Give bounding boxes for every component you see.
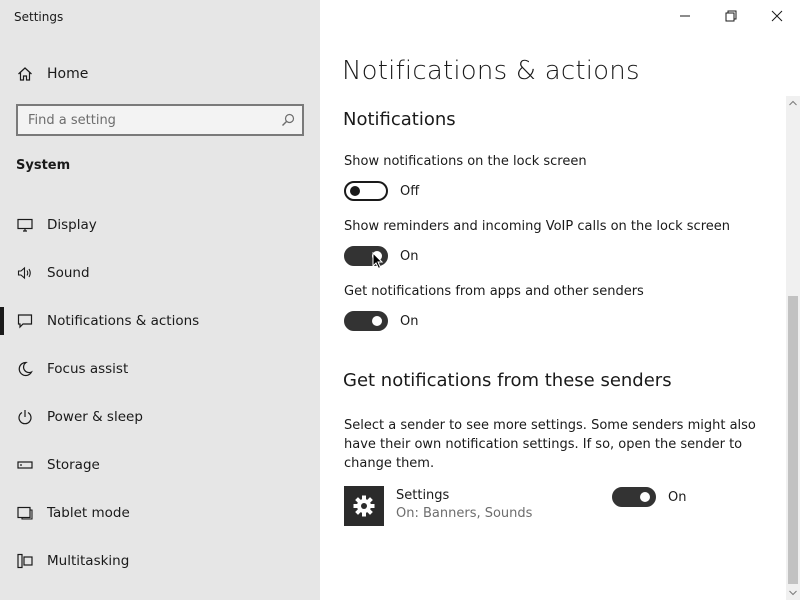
home-label: Home (47, 66, 89, 82)
close-button[interactable] (754, 0, 800, 32)
vertical-scrollbar[interactable] (786, 96, 800, 600)
sidebar-item-storage[interactable]: Storage (0, 441, 320, 489)
toggle-row-app-senders: On (344, 310, 418, 332)
search-input[interactable] (28, 106, 280, 134)
setting-label-lock-screen: Show notifications on the lock screen (344, 154, 587, 169)
sidebar-item-label: Notifications & actions (47, 313, 200, 329)
message-icon (16, 312, 34, 330)
toggle-app-notifications[interactable] (344, 311, 388, 331)
setting-label-voip: Show reminders and incoming VoIP calls o… (344, 219, 730, 234)
senders-description: Select a sender to see more settings. So… (344, 418, 756, 471)
setting-label-app-senders: Get notifications from apps and other se… (344, 284, 644, 299)
sender-name: Settings (396, 488, 450, 503)
sidebar-item-display[interactable]: Display (0, 201, 320, 249)
search-icon[interactable] (280, 112, 296, 128)
sidebar-item-power-sleep[interactable]: Power & sleep (0, 393, 320, 441)
page-title: Notifications & actions (342, 56, 640, 86)
search-box[interactable] (16, 104, 304, 136)
app-title: Settings (14, 10, 64, 24)
restore-button[interactable] (708, 0, 754, 32)
sender-text: Settings On: Banners, Sounds (396, 488, 532, 526)
scroll-up-icon[interactable] (786, 96, 800, 110)
sender-subtitle: On: Banners, Sounds (396, 506, 533, 521)
sidebar-item-focus-assist[interactable]: Focus assist (0, 345, 320, 393)
display-icon (16, 216, 34, 234)
gear-icon (344, 486, 384, 526)
sidebar-item-label: Tablet mode (47, 505, 130, 521)
minimize-icon (680, 15, 690, 17)
sidebar-item-label: Focus assist (47, 361, 129, 377)
sidebar-item-label: Display (47, 217, 97, 233)
sender-item-settings[interactable]: Settings On: Banners, Sounds (344, 486, 532, 526)
home-link[interactable]: Home (16, 63, 88, 85)
minimize-button[interactable] (662, 0, 708, 32)
toggle-state-label: On (400, 248, 419, 264)
multitasking-icon (16, 552, 34, 570)
sidebar-item-label: Sound (47, 265, 90, 281)
group-title-system: System (16, 158, 71, 173)
speaker-icon (16, 264, 34, 282)
toggle-sender-settings[interactable] (612, 487, 656, 507)
moon-icon (16, 360, 34, 378)
close-icon (771, 10, 783, 22)
navigation-pane: Settings Home System Display Sound (0, 0, 320, 600)
sidebar-item-multitasking[interactable]: Multitasking (0, 537, 320, 585)
sender-toggle-row: On (612, 486, 686, 508)
toggle-state-label: On (668, 489, 687, 505)
toggle-state-label: On (400, 313, 419, 329)
restore-icon (725, 10, 737, 22)
storage-icon (16, 456, 34, 474)
home-icon (16, 65, 34, 83)
section-title-notifications: Notifications (343, 109, 456, 130)
sidebar-item-sound[interactable]: Sound (0, 249, 320, 297)
toggle-knob (350, 186, 360, 196)
scroll-thumb[interactable] (788, 296, 798, 584)
toggle-knob (372, 316, 382, 326)
tablet-icon (16, 504, 34, 522)
toggle-row-lock-screen: Off (344, 180, 419, 202)
power-icon (16, 408, 34, 426)
toggle-knob (640, 492, 650, 502)
mouse-pointer-icon (372, 251, 384, 270)
sidebar-nav: Display Sound Notifications & actions Fo… (0, 201, 320, 585)
sidebar-item-label: Multitasking (47, 553, 130, 569)
sidebar-item-label: Storage (47, 457, 100, 473)
window-controls (662, 0, 800, 32)
section-title-senders: Get notifications from these senders (343, 370, 672, 391)
toggle-lock-screen-notifications[interactable] (344, 181, 388, 201)
scroll-down-icon[interactable] (786, 586, 800, 600)
sidebar-item-notifications-actions[interactable]: Notifications & actions (0, 297, 320, 345)
sidebar-item-tablet-mode[interactable]: Tablet mode (0, 489, 320, 537)
sidebar-item-label: Power & sleep (47, 409, 143, 425)
toggle-state-label: Off (400, 183, 420, 199)
